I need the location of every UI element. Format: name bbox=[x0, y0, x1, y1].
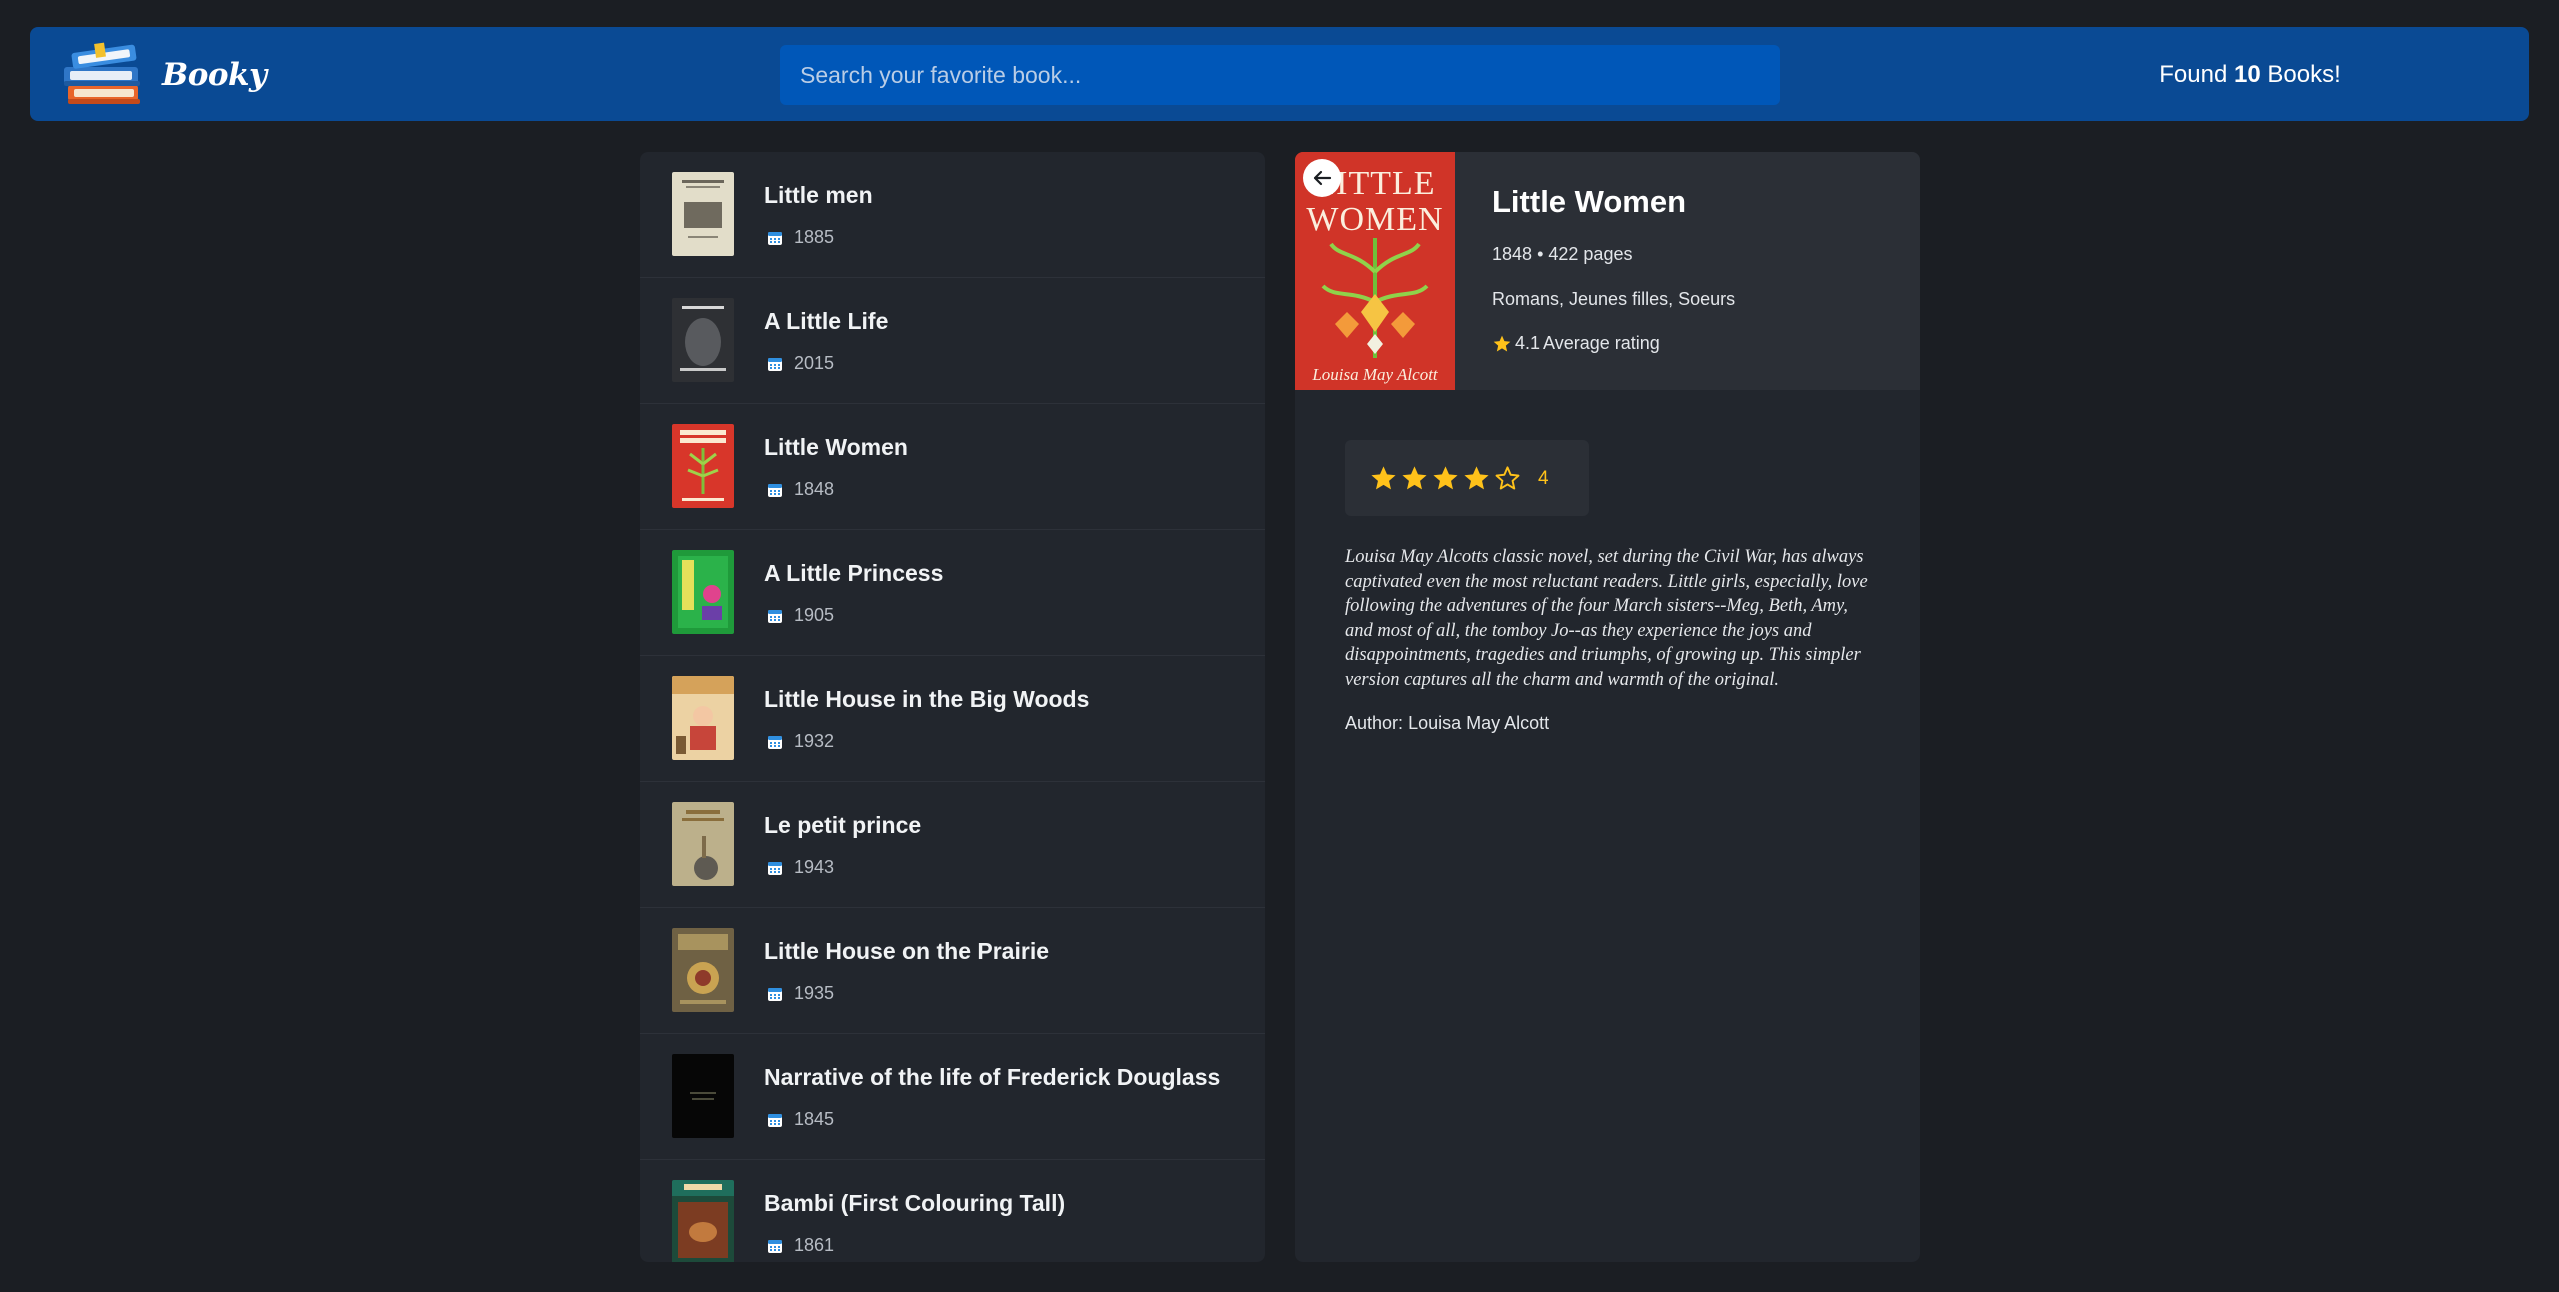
book-detail-average-rating: 4.1 Average rating bbox=[1492, 333, 1660, 354]
book-cover-thumbnail bbox=[672, 928, 734, 1012]
book-detail-year: 1848 bbox=[1492, 244, 1533, 264]
books-logo-icon[interactable] bbox=[62, 41, 150, 109]
calendar-icon bbox=[768, 610, 782, 623]
book-list-item[interactable]: Little House in the Big Woods 1932 bbox=[640, 656, 1265, 782]
book-cover-thumbnail bbox=[672, 298, 734, 382]
author-name: Louisa May Alcott bbox=[1408, 713, 1550, 733]
results-count-suffix: Books! bbox=[2267, 61, 2341, 88]
book-cover-thumbnail bbox=[672, 172, 734, 256]
user-rating-value: 4 bbox=[1538, 468, 1549, 489]
book-title: Little House on the Prairie bbox=[764, 938, 1049, 964]
book-list-item[interactable]: A Little Life 2015 bbox=[640, 278, 1265, 404]
book-cover-thumbnail bbox=[672, 1180, 734, 1262]
calendar-icon bbox=[768, 358, 782, 371]
arrow-left-icon bbox=[1313, 170, 1332, 186]
book-year: 2015 bbox=[794, 353, 835, 373]
book-list-item[interactable]: Bambi (First Colouring Tall) 1861 bbox=[640, 1160, 1265, 1262]
book-cover-thumbnail bbox=[672, 550, 734, 634]
book-title: A Little Life bbox=[764, 308, 889, 334]
book-title: Narrative of the life of Frederick Dougl… bbox=[764, 1064, 1221, 1090]
book-title: Little Women bbox=[764, 434, 908, 460]
star-icon-filled[interactable] bbox=[1462, 464, 1491, 493]
book-list-item[interactable]: Little House on the Prairie 1935 bbox=[640, 908, 1265, 1034]
average-rating-label: Average rating bbox=[1543, 333, 1660, 353]
cover-title-line-2: WOMEN bbox=[1306, 201, 1443, 238]
book-title: A Little Princess bbox=[764, 560, 944, 586]
book-title: Little men bbox=[764, 182, 873, 208]
calendar-icon bbox=[768, 988, 782, 1001]
book-cover-thumbnail bbox=[672, 802, 734, 886]
user-rating-widget: 4 bbox=[1345, 440, 1589, 516]
book-detail-header: LITTLE WOMEN Louisa May Alcott Little Wo… bbox=[1295, 152, 1920, 390]
star-icon bbox=[1493, 335, 1511, 351]
book-year: 1861 bbox=[794, 1235, 835, 1255]
book-list-item[interactable]: Little men 1885 bbox=[640, 152, 1265, 278]
book-detail-panel: LITTLE WOMEN Louisa May Alcott Little Wo… bbox=[1295, 152, 1920, 1262]
star-rating[interactable] bbox=[1369, 464, 1522, 493]
star-icon-filled[interactable] bbox=[1369, 464, 1398, 493]
results-count-number: 10 bbox=[2233, 61, 2261, 88]
results-count-prefix: Found bbox=[2159, 61, 2228, 88]
author-label: Author: bbox=[1345, 713, 1404, 733]
calendar-icon bbox=[768, 862, 782, 875]
book-year: 1885 bbox=[794, 227, 835, 247]
brand-name[interactable]: Booky bbox=[162, 57, 267, 93]
meta-separator: • bbox=[1537, 244, 1544, 264]
book-title: Little House in the Big Woods bbox=[764, 686, 1090, 712]
book-title: Le petit prince bbox=[764, 812, 922, 838]
book-year: 1932 bbox=[794, 731, 835, 751]
calendar-icon bbox=[768, 232, 782, 245]
book-list-item[interactable]: Le petit prince 1943 bbox=[640, 782, 1265, 908]
book-detail-meta: 1848 • 422 pages bbox=[1492, 244, 1632, 265]
calendar-icon bbox=[768, 484, 782, 497]
star-icon-empty[interactable] bbox=[1493, 464, 1522, 493]
star-icon-filled[interactable] bbox=[1431, 464, 1460, 493]
book-title: Bambi (First Colouring Tall) bbox=[764, 1190, 1066, 1216]
book-list-item[interactable]: Narrative of the life of Frederick Dougl… bbox=[640, 1034, 1265, 1160]
calendar-icon bbox=[768, 1240, 782, 1253]
book-year: 1848 bbox=[794, 479, 835, 499]
navbar: Booky Found 10 Books! bbox=[30, 27, 2529, 121]
book-list-item[interactable]: Little Women 1848 bbox=[640, 404, 1265, 530]
book-list[interactable]: Little men 1885 A Little Life 2015 Littl… bbox=[640, 152, 1265, 1262]
book-cover-thumbnail bbox=[672, 424, 734, 508]
book-year: 1943 bbox=[794, 857, 835, 877]
book-year: 1845 bbox=[794, 1109, 835, 1129]
book-author: Author: Louisa May Alcott bbox=[1345, 713, 1549, 734]
book-cover-thumbnail bbox=[672, 1054, 734, 1138]
results-count: Found 10 Books! bbox=[2135, 61, 2365, 89]
book-description: Louisa May Alcotts classic novel, set du… bbox=[1345, 547, 1868, 690]
calendar-icon bbox=[768, 736, 782, 749]
back-button[interactable] bbox=[1303, 159, 1341, 197]
book-cover-thumbnail bbox=[672, 676, 734, 760]
book-detail-genres: Romans, Jeunes filles, Soeurs bbox=[1492, 289, 1736, 309]
search-input[interactable] bbox=[780, 45, 1780, 105]
book-list-item[interactable]: A Little Princess 1905 bbox=[640, 530, 1265, 656]
cover-author: Louisa May Alcott bbox=[1311, 365, 1439, 384]
book-year: 1935 bbox=[794, 983, 835, 1003]
book-year: 1905 bbox=[794, 605, 835, 625]
book-detail-pages: 422 pages bbox=[1548, 244, 1633, 264]
calendar-icon bbox=[768, 1114, 782, 1127]
star-icon-filled[interactable] bbox=[1400, 464, 1429, 493]
book-detail-title: Little Women bbox=[1492, 184, 1687, 219]
average-rating-value: 4.1 bbox=[1515, 333, 1541, 353]
